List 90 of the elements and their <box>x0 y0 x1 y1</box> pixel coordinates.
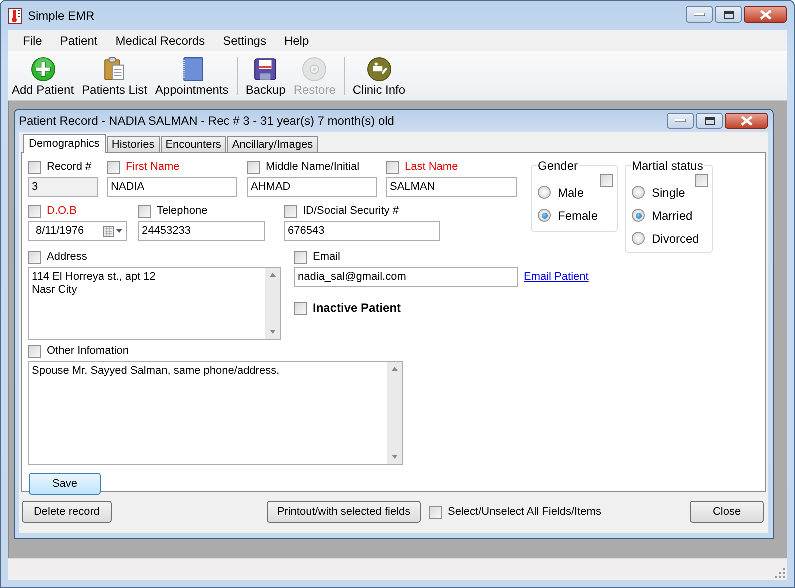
maximize-button[interactable] <box>696 113 723 129</box>
input-field[interactable]: AHMAD <box>247 177 377 197</box>
field-label: Record # <box>47 161 92 173</box>
checkbox[interactable] <box>107 160 120 174</box>
checkbox[interactable] <box>695 174 708 187</box>
address-field[interactable]: 114 El Horreya st., apt 12 Nasr City <box>28 267 281 340</box>
clipboard-icon <box>102 56 128 82</box>
group-title: Martial status <box>631 159 704 173</box>
save-button[interactable]: Save <box>29 473 101 495</box>
field-label: Email <box>313 251 341 263</box>
disc-icon <box>302 56 328 82</box>
checkbox-label: Inactive Patient <box>313 301 402 315</box>
date-picker[interactable]: 8/11/1976 <box>28 221 127 241</box>
email-link[interactable]: Email Patient <box>524 271 589 283</box>
maximize-icon <box>704 117 714 125</box>
checkbox[interactable] <box>284 204 297 218</box>
input-field[interactable]: 3 <box>28 177 98 197</box>
menu-item[interactable]: Help <box>275 34 318 48</box>
radio-label: Divorced <box>652 232 700 246</box>
group-title: Gender <box>537 159 580 173</box>
input-field[interactable]: NADIA <box>107 177 237 197</box>
plus-icon <box>30 56 56 82</box>
minimize-button[interactable] <box>667 113 694 129</box>
calendar-icon[interactable] <box>103 226 114 236</box>
toolbar-button[interactable]: Backup <box>242 54 290 96</box>
radio-button[interactable] <box>632 186 645 199</box>
radio-label: Female <box>558 208 598 222</box>
checkbox[interactable] <box>294 302 307 314</box>
field-label: Address <box>47 251 88 263</box>
menu-item[interactable]: File <box>14 34 52 48</box>
radio-button[interactable] <box>632 209 645 222</box>
checkbox[interactable] <box>247 160 260 174</box>
thermometer-icon <box>8 8 22 24</box>
resize-grip[interactable] <box>775 568 785 578</box>
field-label: Telephone <box>157 205 208 217</box>
print-button[interactable]: Printout/with selected fields <box>267 501 421 523</box>
field-label: Other Infomation <box>47 345 129 357</box>
toolbar-button[interactable]: Clinic Info <box>348 54 410 96</box>
checkbox[interactable] <box>28 160 41 174</box>
close-button[interactable] <box>744 6 787 23</box>
field-label: Last Name <box>405 161 458 173</box>
menu-item[interactable]: Medical Records <box>106 34 214 48</box>
checkbox[interactable] <box>386 160 399 174</box>
field-label: D.O.B <box>47 205 77 217</box>
maximize-icon <box>724 10 734 18</box>
field-label: ID/Social Security # <box>303 205 399 217</box>
tab[interactable]: Ancillary/Images <box>227 136 318 152</box>
checkbox[interactable] <box>28 250 41 264</box>
close-button[interactable]: Close <box>690 501 764 523</box>
maximize-button[interactable] <box>715 6 742 23</box>
radio-button[interactable] <box>632 232 645 245</box>
tab[interactable]: Demographics <box>23 134 106 153</box>
scrollbar[interactable] <box>265 268 280 339</box>
close-icon <box>740 116 752 126</box>
radio-button[interactable] <box>538 186 551 199</box>
checkbox[interactable] <box>28 344 41 358</box>
toolbar-button[interactable]: Patients List <box>78 54 152 96</box>
input-field[interactable]: 24453233 <box>138 221 265 241</box>
minimize-icon <box>694 12 705 16</box>
minimize-button[interactable] <box>686 6 713 23</box>
window-title: Patient Record - NADIA SALMAN - Rec # 3 - 31 year(s) 7 month(s) old <box>19 114 396 128</box>
tab[interactable]: Histories <box>106 136 160 152</box>
menu-item[interactable]: Settings <box>214 34 276 48</box>
text-area[interactable]: Spouse Mr. Sayyed Salman, same phone/address. <box>28 361 403 465</box>
toolbar-button[interactable]: Add Patient <box>8 54 78 96</box>
scrollbar[interactable] <box>387 362 402 464</box>
radio-button[interactable] <box>538 209 551 222</box>
toolbar-button[interactable]: Appointments <box>151 54 233 96</box>
field-label: First Name <box>126 161 180 173</box>
checkbox[interactable] <box>28 204 41 218</box>
window-title: Simple EMR <box>28 8 96 22</box>
input-field[interactable]: SALMAN <box>386 177 517 197</box>
checkbox[interactable] <box>294 250 307 264</box>
radio-label: Single <box>652 186 686 200</box>
checkbox[interactable] <box>138 204 151 218</box>
checkbox[interactable] <box>600 174 613 187</box>
menu-item[interactable]: Patient <box>51 34 107 48</box>
tab[interactable]: Encounters <box>160 136 226 152</box>
radio-label: Male <box>558 186 584 200</box>
radio-label: Married <box>652 208 693 222</box>
checkbox-label: Select/Unselect All Fields/Items <box>448 506 602 518</box>
close-icon <box>760 10 772 20</box>
minimize-icon <box>675 119 686 123</box>
field-label: Middle Name/Initial <box>266 161 360 173</box>
delete-button[interactable]: Delete record <box>22 501 112 523</box>
caret-icon[interactable] <box>116 229 123 233</box>
input-field[interactable]: 676543 <box>284 221 440 241</box>
close-button[interactable] <box>725 113 768 129</box>
checkbox[interactable] <box>429 506 442 518</box>
input-field[interactable]: nadia_sal@gmail.com <box>294 267 518 287</box>
